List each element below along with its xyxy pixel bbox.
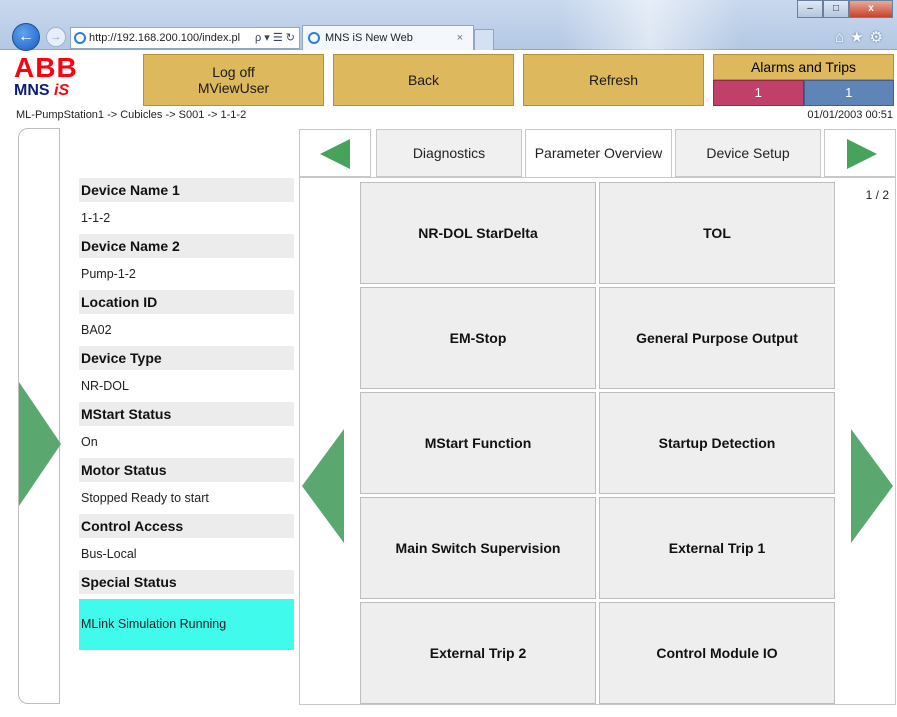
page-indicator: 1 / 2 xyxy=(865,188,889,202)
parameter-grid: NR-DOL StarDelta TOL EM-Stop General Pur… xyxy=(360,182,835,704)
param-em-stop-button[interactable]: EM-Stop xyxy=(360,287,596,389)
log-off-button[interactable]: Log off MViewUser xyxy=(143,54,324,106)
previous-device-arrow-icon[interactable] xyxy=(19,382,61,506)
left-nav-rail xyxy=(18,128,61,704)
device-name-2-value: Pump-1-2 xyxy=(81,267,136,281)
motor-status-value: Stopped Ready to start xyxy=(81,491,209,505)
param-mstart-function-button[interactable]: MStart Function xyxy=(360,392,596,494)
alarm-count-badge: 1 xyxy=(713,80,804,106)
param-main-switch-supervision-button[interactable]: Main Switch Supervision xyxy=(360,497,596,599)
control-access-value: Bus-Local xyxy=(81,547,137,561)
address-bar[interactable]: http://192.168.200.100/index.pl ρ ▾ ☰ ↻ xyxy=(70,27,300,49)
device-type-label: Device Type xyxy=(79,346,294,371)
param-control-module-io-button[interactable]: Control Module IO xyxy=(599,602,835,704)
alarm-counts: 1 1 xyxy=(713,80,894,106)
browser-tab-title: MNS iS New Web xyxy=(325,32,413,44)
browser-chrome: ← → http://192.168.200.100/index.pl ρ ▾ … xyxy=(0,0,897,51)
back-button[interactable]: Back xyxy=(333,54,514,106)
tab-diagnostics[interactable]: Diagnostics xyxy=(376,129,522,177)
browser-forward-icon[interactable]: → xyxy=(46,27,66,47)
param-general-purpose-output-button[interactable]: General Purpose Output xyxy=(599,287,835,389)
device-info-panel: Device Name 1 1-1-2 Device Name 2 Pump-1… xyxy=(79,178,294,650)
address-tools-icon[interactable]: ρ ▾ ☰ ↻ xyxy=(255,28,295,48)
next-page-arrow-icon[interactable] xyxy=(851,429,893,543)
abb-mns-logo: ABB MNS iS xyxy=(14,54,134,106)
parameter-overview-panel: 1 / 2 NR-DOL StarDelta TOL EM-Stop Gener… xyxy=(299,177,896,705)
alarms-and-trips-button[interactable]: Alarms and Trips 1 1 xyxy=(713,54,894,106)
tab-device-setup[interactable]: Device Setup xyxy=(675,129,821,177)
mns-is-logo: MNS iS xyxy=(14,82,134,100)
maximize-button[interactable]: □ xyxy=(823,0,849,18)
param-startup-detection-button[interactable]: Startup Detection xyxy=(599,392,835,494)
refresh-button[interactable]: Refresh xyxy=(523,54,704,106)
chrome-highlight xyxy=(560,0,740,50)
mstart-status-value: On xyxy=(81,435,98,449)
close-window-button[interactable]: x xyxy=(849,0,893,18)
control-access-label: Control Access xyxy=(79,514,294,539)
mstart-status-label: MStart Status xyxy=(79,402,294,427)
tab-parameter-overview[interactable]: Parameter Overview xyxy=(525,129,672,179)
ie-favicon-icon xyxy=(74,32,86,44)
device-name-2-label: Device Name 2 xyxy=(79,234,294,259)
abb-logo: ABB xyxy=(14,52,78,83)
window-controls: – □ x xyxy=(797,0,893,18)
device-name-1-label: Device Name 1 xyxy=(79,178,294,203)
previous-page-arrow-icon[interactable] xyxy=(302,429,344,543)
tab-right-arrow-icon xyxy=(847,139,877,169)
trip-count-badge: 1 xyxy=(803,80,894,106)
tab-scroll-right-button[interactable] xyxy=(824,129,896,177)
param-external-trip-2-button[interactable]: External Trip 2 xyxy=(360,602,596,704)
special-status-value: MLink Simulation Running xyxy=(79,599,294,650)
datetime: 01/01/2003 00:51 xyxy=(807,109,893,121)
alarms-title: Alarms and Trips xyxy=(713,54,894,80)
minimize-button[interactable]: – xyxy=(797,0,823,18)
param-external-trip-1-button[interactable]: External Trip 1 xyxy=(599,497,835,599)
refresh-label: Refresh xyxy=(588,72,639,88)
param-tol-button[interactable]: TOL xyxy=(599,182,835,284)
tab-close-icon[interactable]: × xyxy=(457,26,463,50)
location-id-label: Location ID xyxy=(79,290,294,315)
tab-favicon-icon xyxy=(308,32,320,44)
mns-text: MNS xyxy=(14,82,54,99)
browser-tab[interactable]: MNS iS New Web × xyxy=(302,25,474,50)
breadcrumb: ML-PumpStation1 -> Cubicles -> S001 -> 1… xyxy=(16,109,247,121)
device-name-1-value: 1-1-2 xyxy=(81,211,111,225)
browser-back-icon[interactable]: ← xyxy=(12,23,40,51)
home-favorites-settings-icons[interactable]: ⌂★⚙ xyxy=(835,28,889,46)
back-label: Back xyxy=(407,72,440,88)
address-url: http://192.168.200.100/index.pl xyxy=(89,32,241,44)
log-off-user: MViewUser xyxy=(197,80,270,96)
tab-left-arrow-icon xyxy=(320,139,350,169)
tab-scroll-left-button[interactable] xyxy=(299,129,371,177)
device-type-value: NR-DOL xyxy=(81,379,129,393)
special-status-label: Special Status xyxy=(79,570,294,595)
param-nr-dol-stardelta-button[interactable]: NR-DOL StarDelta xyxy=(360,182,596,284)
location-id-value: BA02 xyxy=(81,323,112,337)
motor-status-label: Motor Status xyxy=(79,458,294,483)
new-tab-button[interactable] xyxy=(474,29,494,50)
is-text: iS xyxy=(54,82,70,99)
log-off-label: Log off xyxy=(212,64,255,80)
